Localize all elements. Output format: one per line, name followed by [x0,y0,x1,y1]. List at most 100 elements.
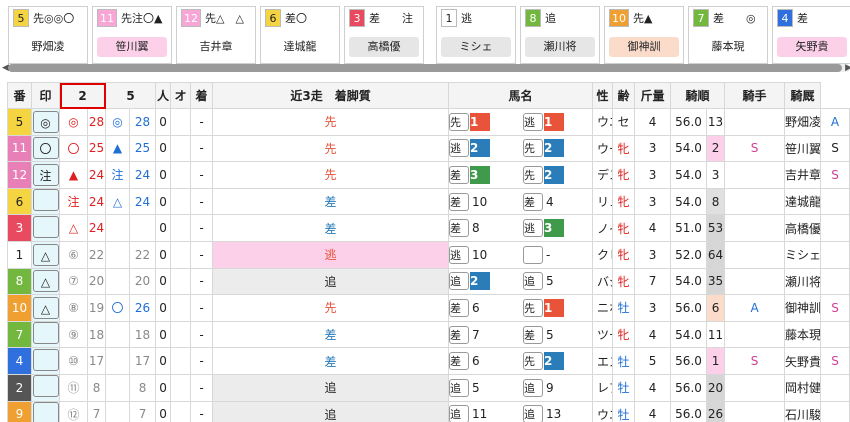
gate-number: 4 [7,347,32,375]
scrollbar-thumb[interactable] [8,64,842,72]
table-row[interactable]: 1 △ ⑥ 22 22 0 - 逃 逃10-差4 クレイジーフルーツ 牝 3 5… [7,240,850,269]
col-header-number[interactable]: 番 [7,82,32,109]
my-mark-selector[interactable]: △ [32,243,59,266]
my-mark-selector[interactable] [32,189,59,212]
horse-name[interactable]: デスティニーホープ [592,161,614,189]
card-jockey[interactable]: 矢野貴 [777,37,847,57]
col-header-finish[interactable]: 着 [190,82,214,109]
my-mark-cell[interactable] [31,214,60,242]
my-mark-cell[interactable] [31,373,60,402]
my-mark-selector[interactable] [32,402,59,422]
jockey-name[interactable]: 石川駿 [784,400,822,422]
card-jockey[interactable]: 御神訓 [609,37,679,57]
scroll-right-arrow-icon[interactable]: ▶ [845,63,850,73]
my-mark-selector[interactable] [32,322,59,345]
prediction-card[interactable]: 6 差〇 達城龍 [260,6,340,64]
card-jockey[interactable]: 高橋優 [349,37,419,57]
my-mark-selector[interactable] [32,375,59,398]
horizontal-scrollbar[interactable]: ◀ ▶ [2,63,850,73]
jockey-name[interactable]: 吉井章 [784,161,822,189]
horse-name[interactable]: ウエストリーダー [592,108,614,136]
card-jockey[interactable]: 野畑凌 [13,37,83,57]
jockey-name[interactable]: 藤本現 [784,320,822,349]
table-row[interactable]: 2 ⑪ 8 8 0 - 追 追5追9追8 レアリゼアンレーヴ 牡 4 56.0 … [7,373,850,402]
horse-name[interactable]: ノイバラ [592,214,614,242]
col-header-mark[interactable]: 印 [31,82,60,109]
my-mark-selector[interactable]: 〇 [32,137,59,160]
my-mark-cell[interactable]: △ [31,294,60,322]
table-row[interactable]: 9 ⑫ 7 7 0 - 追 追11追13追12 ウエノマルダンディ 牡 4 56… [7,400,850,422]
horse-name[interactable]: エスプリワールド [592,347,614,375]
col-header-jockey-rank[interactable]: 騎順 [670,82,726,109]
table-row[interactable]: 4 ⑩ 17 17 0 - 差 差6先2先1 エスプリワールド 牡 5 56.0… [7,347,850,375]
my-mark-selector[interactable] [32,348,59,371]
col-header-predictor-2[interactable]: 2 [58,82,107,109]
my-mark-selector[interactable]: △ [32,270,59,293]
table-row[interactable]: 6 注 24 △ 24 0 - 差 差10差4差2 リュウノウィザード 牝 3 … [7,187,850,216]
my-mark-selector[interactable] [32,215,59,238]
horse-name[interactable]: ウエノマルダンディ [592,400,614,422]
jockey-name[interactable]: 達城龍 [784,187,822,216]
card-jockey[interactable]: 藤本現 [693,37,763,57]
jockey-name[interactable]: ミシェ [784,240,822,269]
table-row[interactable]: 8 △ ⑦ 20 20 0 - 追 追2追5追5 バジルフレイバー 牝 7 54… [7,267,850,296]
my-mark-selector[interactable]: 注 [32,163,59,186]
jockey-name[interactable]: 瀬川将 [784,267,822,296]
horse-name[interactable]: クレイジーフルーツ [592,240,614,269]
card-gate-number: 4 [777,9,793,27]
prediction-card[interactable]: 4 差矢野貴 [772,6,850,64]
card-jockey[interactable]: 瀬川将 [525,37,595,57]
my-mark-cell[interactable]: 〇 [31,134,60,163]
my-mark-selector[interactable]: △ [32,296,59,319]
horse-name[interactable]: ニホンダイラ [592,294,614,322]
col-header-weight[interactable]: 斤量 [634,82,672,109]
col-header-jockey[interactable]: 騎手 [724,82,786,109]
jockey-name[interactable]: 矢野貴 [784,347,822,375]
horse-name[interactable]: レアリゼアンレーヴ [592,373,614,402]
col-header-horse-name[interactable]: 馬名 [448,82,594,109]
prediction-card[interactable]: 11 先注〇▲ 笹川翼 [92,6,172,64]
card-jockey[interactable]: 達城龍 [265,37,335,57]
table-row[interactable]: 10 △ ⑧ 19 〇 26 0 - 先 差6先1先1 ニホンダイラ 牡 3 5… [7,294,850,322]
my-mark-selector[interactable]: ◎ [32,110,59,133]
prediction-card[interactable]: 7 差 ◎ 藤本現 [688,6,768,64]
col-header-popularity[interactable]: 人 [155,82,172,109]
my-mark-cell[interactable]: 注 [31,161,60,189]
prediction-card[interactable]: 10 先▲ 御神訓 [604,6,684,64]
card-jockey[interactable]: 笹川翼 [97,37,167,57]
col-header-odds[interactable]: オ [170,82,192,109]
my-mark-cell[interactable]: △ [31,240,60,269]
table-row[interactable]: 5 ◎ ◎ 28 ◎ 28 0 - 先 先1逃1先1 ウエストリーダー セ 4 … [7,108,850,136]
jockey-name[interactable]: 高橋優 [784,214,822,242]
my-mark-cell[interactable] [31,400,60,422]
jockey-name[interactable]: 岡村健 [784,373,822,402]
horse-name[interactable]: ウータンビート [592,134,614,163]
horse-name[interactable]: ツートンショコラ [592,320,614,349]
table-row[interactable]: 11 〇 〇 25 ▲ 25 0 - 先 逃2先2先4 ウータンビート 牝 3 … [7,134,850,163]
col-header-predictor-5[interactable]: 5 [105,82,157,109]
my-mark-cell[interactable] [31,187,60,216]
card-jockey[interactable]: 吉井章 [181,37,251,57]
prediction-card[interactable]: 5 先◎◎〇 野畑凌 [8,6,88,64]
table-row[interactable]: 7 ⑨ 18 18 0 - 差 差7差5差4 ツートンショコラ 牝 4 54.0… [7,320,850,349]
my-mark-cell[interactable]: ◎ [31,108,60,136]
col-header-recent-3-runs[interactable]: 近3走 着脚質 [212,82,450,109]
jockey-name[interactable]: 御神訓 [784,294,822,322]
my-mark-cell[interactable]: △ [31,267,60,296]
jockey-name[interactable]: 笹川翼 [784,134,822,163]
col-header-sex[interactable]: 性 [592,82,614,109]
prediction-card[interactable]: 12 先△ △ 吉井章 [176,6,256,64]
prediction-card[interactable]: 1 逃ミシェ [436,6,516,64]
horse-name[interactable]: リュウノウィザード [592,187,614,216]
col-header-age[interactable]: 齢 [612,82,636,109]
table-row[interactable]: 3 △ 24 0 - 差 差8逃3差13 ノイバラ 牝 4 51.0 53 高橋… [7,214,850,242]
jockey-name[interactable]: 野畑凌 [784,108,822,136]
col-header-jockey-stable[interactable]: 騎厩 [784,82,822,109]
card-jockey[interactable]: ミシェ [441,37,511,57]
horse-name[interactable]: バジルフレイバー [592,267,614,296]
prediction-card[interactable]: 8 追瀬川将 [520,6,600,64]
my-mark-cell[interactable] [31,347,60,375]
my-mark-cell[interactable] [31,320,60,349]
prediction-card[interactable]: 3 差 注高橋優 [344,6,424,64]
table-row[interactable]: 12 注 ▲ 24 注 24 0 - 先 差3先2先1 デスティニーホープ 牝 … [7,161,850,189]
